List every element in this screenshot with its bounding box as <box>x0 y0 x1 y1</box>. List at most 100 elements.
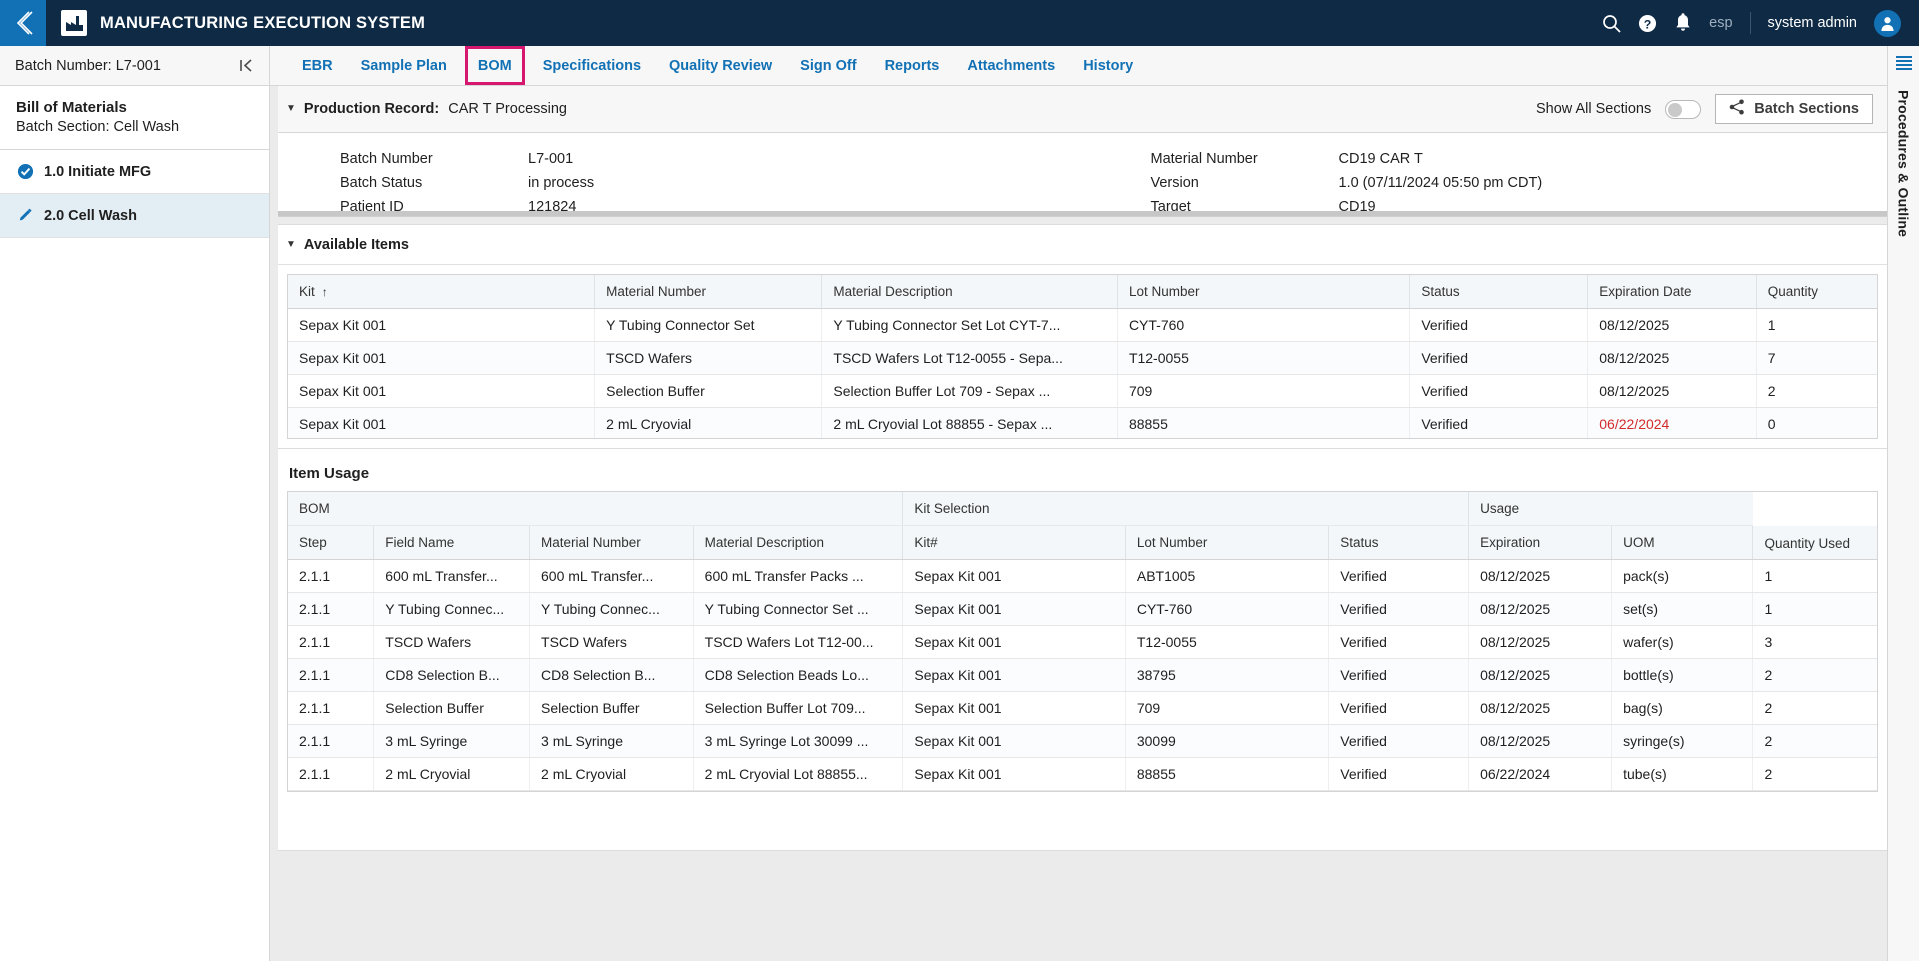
horizontal-scrollbar[interactable] <box>278 211 1887 216</box>
table-row[interactable]: Sepax Kit 001 2 mL Cryovial 2 mL Cryovia… <box>288 407 1877 438</box>
tab-sample-plan[interactable]: Sample Plan <box>347 46 461 85</box>
column-header-lot-number[interactable]: Lot Number <box>1117 275 1411 309</box>
column-header-material-description[interactable]: Material Description <box>821 275 1118 309</box>
cell-quantity: 7 <box>1756 341 1877 375</box>
table-row[interactable]: 2.1.1 2 mL Cryovial 2 mL Cryovial 2 mL C… <box>288 757 1877 791</box>
item-usage-table-wrap: BOM Kit Selection Usage Step Field Name … <box>287 491 1878 792</box>
chevron-down-icon[interactable]: ▼ <box>286 104 296 114</box>
column-header-field-name[interactable]: Field Name <box>373 525 531 560</box>
table-row[interactable]: Sepax Kit 001 Selection Buffer Selection… <box>288 374 1877 408</box>
tab-reports[interactable]: Reports <box>871 46 954 85</box>
column-header-expiration-date[interactable]: Expiration Date <box>1587 275 1757 309</box>
table-row[interactable]: Sepax Kit 001 Y Tubing Connector Set Y T… <box>288 309 1877 342</box>
cell-material-description: 2 mL Cryovial Lot 88855... <box>693 757 904 791</box>
column-header-status[interactable]: Status <box>1409 275 1589 309</box>
cell-lot-number: 709 <box>1117 374 1411 408</box>
left-sidebar: Bill of Materials Batch Section: Cell Wa… <box>0 86 270 961</box>
cell-expiration: 08/12/2025 <box>1587 374 1757 408</box>
cell-lot-number: ABT1005 <box>1125 559 1330 593</box>
table-row[interactable]: 2.1.1 CD8 Selection B... CD8 Selection B… <box>288 658 1877 692</box>
cell-step: 2.1.1 <box>288 691 375 725</box>
column-header-material-number[interactable]: Material Number <box>529 525 694 560</box>
column-header-kit-number[interactable]: Kit# <box>902 525 1126 560</box>
info-value: 1.0 (07/11/2024 05:50 pm CDT) <box>1338 175 1543 191</box>
cell-field-name: 600 mL Transfer... <box>373 559 531 593</box>
available-items-body-clip[interactable]: Sepax Kit 001 Y Tubing Connector Set Y T… <box>288 309 1877 438</box>
column-header-material-description[interactable]: Material Description <box>693 525 904 560</box>
batch-sections-label: Batch Sections <box>1754 101 1859 117</box>
cell-material-number: TSCD Wafers <box>529 625 694 659</box>
top-bar-divider <box>1749 12 1751 34</box>
cell-kit-number: Sepax Kit 001 <box>902 724 1126 758</box>
show-all-sections-label: Show All Sections <box>1535 101 1652 117</box>
available-items-title: Available Items <box>303 236 409 253</box>
info-row: Material Number CD19 CAR T <box>1151 147 1888 171</box>
info-row: Batch Number L7-001 <box>340 147 1083 171</box>
table-row[interactable]: 2.1.1 TSCD Wafers TSCD Wafers TSCD Wafer… <box>288 625 1877 659</box>
bell-icon[interactable] <box>1674 13 1692 33</box>
column-header-quantity[interactable]: Quantity <box>1756 275 1877 309</box>
tab-bom[interactable]: BOM <box>464 46 525 85</box>
column-header-status[interactable]: Status <box>1328 525 1470 560</box>
factory-icon <box>61 10 87 36</box>
cell-material-description: 600 mL Transfer Packs ... <box>693 559 904 593</box>
cell-material-number: 2 mL Cryovial <box>529 757 694 791</box>
cell-expiration: 06/22/2024 <box>1587 407 1757 438</box>
page-layout: Bill of Materials Batch Section: Cell Wa… <box>0 86 1919 961</box>
show-all-sections-toggle[interactable] <box>1665 99 1702 119</box>
tab-quality-review[interactable]: Quality Review <box>655 46 786 85</box>
tab-specifications[interactable]: Specifications <box>529 46 655 85</box>
column-header-step[interactable]: Step <box>288 525 375 560</box>
cell-quantity: 2 <box>1756 374 1877 408</box>
tab-ebr[interactable]: EBR <box>288 46 347 85</box>
cell-field-name: 3 mL Syringe <box>373 724 531 758</box>
item-usage-rows: 2.1.1 600 mL Transfer... 600 mL Transfer… <box>288 559 1877 791</box>
cell-uom: wafer(s) <box>1611 625 1754 659</box>
sections-scroll-area[interactable]: ▼ Available Items Kit ↑ Material Number … <box>278 217 1887 851</box>
tab-history[interactable]: History <box>1069 46 1147 85</box>
column-header-kit[interactable]: Kit ↑ <box>288 275 596 309</box>
table-row[interactable]: 2.1.1 Selection Buffer Selection Buffer … <box>288 691 1877 725</box>
table-row[interactable]: 2.1.1 600 mL Transfer... 600 mL Transfer… <box>288 559 1877 593</box>
production-record-value: CAR T Processing <box>448 101 567 117</box>
cell-kit-number: Sepax Kit 001 <box>902 592 1126 626</box>
cell-lot-number: T12-0055 <box>1117 341 1411 375</box>
column-header-expiration[interactable]: Expiration <box>1468 525 1613 560</box>
column-header-lot-number[interactable]: Lot Number <box>1125 525 1330 560</box>
table-row[interactable]: 2.1.1 Y Tubing Connec... Y Tubing Connec… <box>288 592 1877 626</box>
language-selector[interactable]: esp <box>1709 15 1732 31</box>
tab-sign-off[interactable]: Sign Off <box>786 46 870 85</box>
chevron-down-icon[interactable]: ▼ <box>286 239 296 250</box>
sidebar-item-cell-wash[interactable]: 2.0 Cell Wash <box>0 194 269 238</box>
available-items-body-table: Sepax Kit 001 Y Tubing Connector Set Y T… <box>288 309 1877 438</box>
back-button[interactable] <box>0 0 46 46</box>
tab-attachments[interactable]: Attachments <box>953 46 1069 85</box>
share-nodes-icon <box>1729 99 1745 119</box>
batch-sections-button[interactable]: Batch Sections <box>1715 94 1873 124</box>
help-circle-icon[interactable]: ? <box>1638 14 1657 33</box>
collapse-panel-icon[interactable] <box>239 58 254 73</box>
search-icon[interactable] <box>1602 14 1621 33</box>
cell-status: Verified <box>1328 757 1470 791</box>
column-header-uom[interactable]: UOM <box>1611 525 1754 560</box>
table-header-row: Kit ↑ Material Number Material Descriptio… <box>288 275 1877 309</box>
cell-status: Verified <box>1328 559 1470 593</box>
column-header-quantity-used[interactable]: Quantity Used <box>1752 525 1877 560</box>
sidebar-item-initiate-mfg[interactable]: 1.0 Initiate MFG <box>0 150 269 194</box>
content-inner: ▼ Production Record: CAR T Processing Sh… <box>278 86 1887 961</box>
table-row[interactable]: 2.1.1 3 mL Syringe 3 mL Syringe 3 mL Syr… <box>288 724 1877 758</box>
user-avatar-icon[interactable] <box>1874 9 1901 37</box>
info-row: Version 1.0 (07/11/2024 05:50 pm CDT) <box>1151 171 1888 195</box>
table-row[interactable]: Sepax Kit 001 TSCD Wafers TSCD Wafers Lo… <box>288 341 1877 375</box>
column-header-material-number[interactable]: Material Number <box>594 275 823 309</box>
cell-lot-number: T12-0055 <box>1125 625 1330 659</box>
cell-material-description: CD8 Selection Beads Lo... <box>693 658 904 692</box>
cell-material-number: 600 mL Transfer... <box>529 559 694 593</box>
cell-uom: bag(s) <box>1611 691 1754 725</box>
cell-status: Verified <box>1328 592 1470 626</box>
sort-ascending-icon: ↑ <box>321 285 328 299</box>
hamburger-menu-icon[interactable] <box>1895 55 1913 76</box>
info-key: Version <box>1150 175 1199 191</box>
cell-material-number: CD8 Selection B... <box>529 658 694 692</box>
sidebar-subtitle: Batch Section: Cell Wash <box>16 119 180 135</box>
